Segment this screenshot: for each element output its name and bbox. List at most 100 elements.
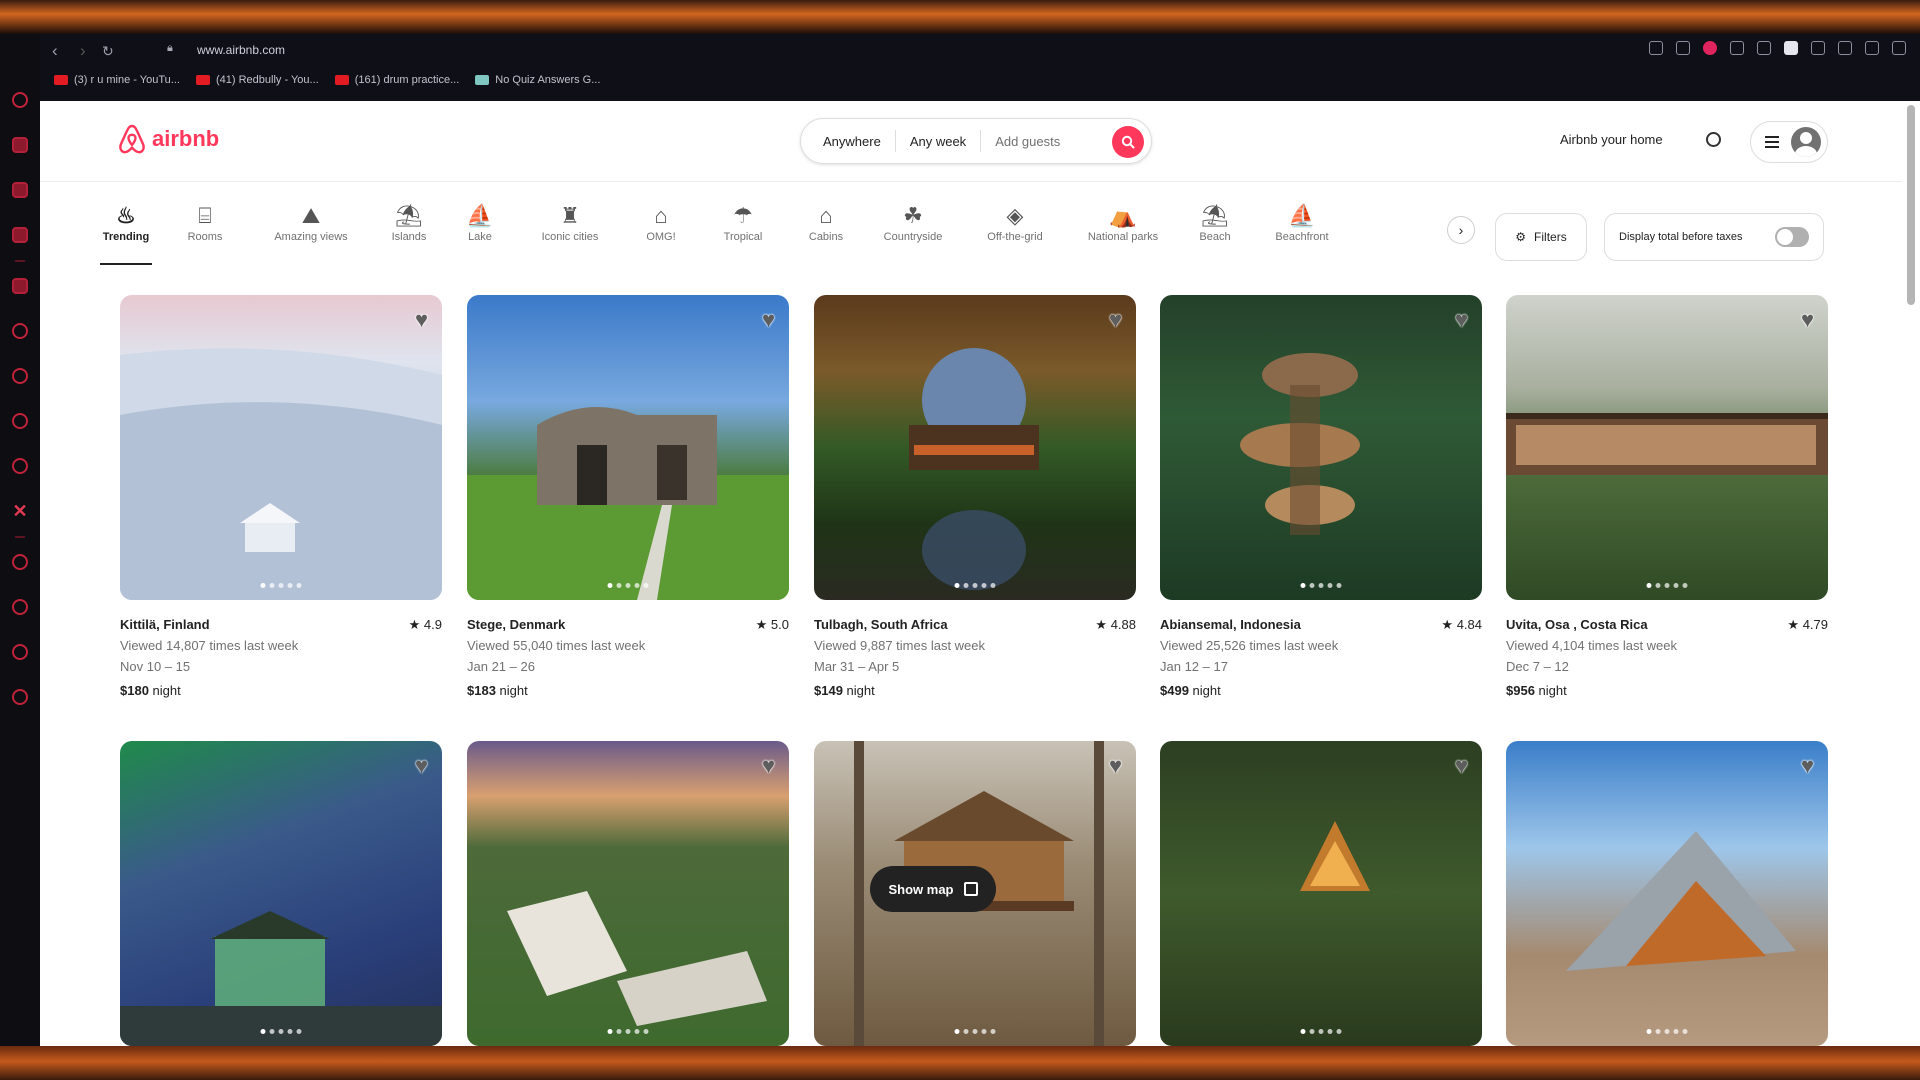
search-anywhere[interactable]: Anywhere — [823, 134, 895, 149]
category-lake[interactable]: ⛵ Lake — [460, 201, 500, 259]
x-twitter-icon[interactable]: ✕ — [12, 502, 28, 520]
category-countryside[interactable]: ☘ Countryside — [873, 201, 953, 259]
heart-icon[interactable]: ♥ — [1801, 309, 1814, 331]
sidebar-app-icon[interactable] — [12, 554, 28, 570]
play-icon[interactable] — [1730, 41, 1744, 55]
category-beach[interactable]: ⛱ Beach — [1190, 201, 1240, 259]
photo-dots[interactable] — [260, 1029, 302, 1034]
search-any-week[interactable]: Any week — [896, 134, 980, 149]
sidebar-app-icon[interactable] — [12, 92, 28, 108]
bookmark[interactable]: (41) Redbully - You... — [195, 74, 319, 86]
listing-photo[interactable]: ♥ — [1160, 295, 1482, 600]
show-map-button[interactable]: Show map — [870, 866, 996, 912]
category-trending[interactable]: ♨ Trending — [100, 201, 152, 265]
whatsapp-icon[interactable] — [12, 413, 28, 429]
listing-card[interactable]: ♥ — [1506, 741, 1828, 1046]
extension-icon[interactable] — [1649, 41, 1663, 55]
display-total-toggle[interactable]: Display total before taxes — [1604, 213, 1824, 261]
listing-photo[interactable]: ♥ — [814, 295, 1136, 600]
profile-icon[interactable] — [1892, 41, 1906, 55]
photo-dots[interactable] — [607, 1029, 649, 1034]
sidebar-app-icon[interactable] — [12, 323, 28, 339]
easy-setup-icon[interactable] — [1784, 41, 1798, 55]
listing-card[interactable]: ♥ Uvita, Osa , Costa Rica ★ 4.79 Viewed 4… — [1506, 295, 1828, 701]
listing-photo[interactable]: ♥ — [467, 741, 789, 1046]
heart-icon[interactable]: ♥ — [1801, 755, 1814, 777]
sidebar-app-icon[interactable] — [12, 137, 28, 153]
settings-icon[interactable] — [12, 689, 28, 705]
heart-icon[interactable]: ♥ — [1109, 309, 1122, 331]
menu-icon[interactable] — [1865, 41, 1879, 55]
heart-icon[interactable]: ♥ — [1455, 755, 1468, 777]
category-amazing-views[interactable]: ⛰ Amazing views — [266, 201, 356, 259]
category-islands[interactable]: ⛱ Islands — [384, 201, 434, 259]
camera-icon[interactable] — [1676, 41, 1690, 55]
heart-icon[interactable]: ♥ — [762, 309, 775, 331]
category-national-parks[interactable]: ⛺ National parks — [1077, 201, 1169, 259]
download-icon[interactable] — [1838, 41, 1852, 55]
toggle-switch[interactable] — [1775, 227, 1809, 247]
globe-icon[interactable] — [1706, 132, 1721, 147]
listing-photo[interactable]: ♥ — [1506, 741, 1828, 1046]
forward-icon[interactable]: › — [80, 41, 86, 61]
heart-icon[interactable]: ♥ — [415, 309, 428, 331]
filters-button[interactable]: ⚙ Filters — [1495, 213, 1587, 261]
category-omg[interactable]: ⌂ OMG! — [640, 201, 682, 259]
airbnb-your-home-link[interactable]: Airbnb your home — [1560, 132, 1663, 147]
heart-icon[interactable]: ♥ — [415, 755, 428, 777]
history-icon[interactable] — [12, 599, 28, 615]
listing-card[interactable]: ♥ — [120, 741, 442, 1046]
search-bar[interactable]: Anywhere Any week Add guests — [800, 118, 1152, 164]
heart-icon[interactable]: ♥ — [1455, 309, 1468, 331]
category-beachfront[interactable]: ⛵ Beachfront — [1262, 201, 1342, 259]
back-icon[interactable]: ‹ — [52, 41, 58, 61]
photo-dots[interactable] — [1300, 1029, 1342, 1034]
category-cabins[interactable]: ⌂ Cabins — [801, 201, 851, 259]
category-iconic-cities[interactable]: ♜ Iconic cities — [530, 201, 610, 259]
sidebar-app-icon[interactable] — [12, 182, 28, 198]
listing-photo[interactable]: ♥ — [467, 295, 789, 600]
photo-dots[interactable] — [260, 583, 302, 588]
search-button[interactable] — [1112, 126, 1144, 158]
listing-card[interactable]: ♥ — [467, 741, 789, 1046]
messenger-icon[interactable] — [12, 368, 28, 384]
heart-icon[interactable]: ♥ — [1109, 755, 1122, 777]
cube-icon[interactable] — [1811, 41, 1825, 55]
record-icon[interactable] — [1703, 41, 1717, 55]
photo-dots[interactable] — [1646, 1029, 1688, 1034]
sidebar-app-icon[interactable] — [12, 227, 28, 243]
category-next-button[interactable]: › — [1447, 216, 1475, 244]
listing-photo[interactable]: ♥ — [120, 295, 442, 600]
airbnb-logo[interactable]: airbnb — [118, 123, 219, 155]
listing-card[interactable]: ♥ Stege, Denmark ★ 5.0 Viewed 55,040 time… — [467, 295, 789, 701]
category-tropical[interactable]: ☂ Tropical — [713, 201, 773, 259]
address-bar[interactable]: www.airbnb.com — [197, 43, 285, 57]
listing-card[interactable]: ♥ Kittilä, Finland ★ 4.9 Viewed 14,807 ti… — [120, 295, 442, 701]
scrollbar-thumb[interactable] — [1907, 105, 1915, 305]
instagram-icon[interactable] — [12, 458, 28, 474]
listing-card[interactable]: ♥ Tulbagh, South Africa ★ 4.88 Viewed 9,8… — [814, 295, 1136, 701]
search-add-guests[interactable]: Add guests — [981, 134, 1074, 149]
photo-dots[interactable] — [954, 583, 996, 588]
bookmark[interactable]: (161) drum practice... — [334, 74, 459, 86]
listing-photo[interactable]: ♥ — [1506, 295, 1828, 600]
listing-card[interactable]: ♥ — [1160, 741, 1482, 1046]
heart-icon[interactable] — [1757, 41, 1771, 55]
bookmark[interactable]: No Quiz Answers G... — [475, 74, 600, 86]
category-off-the-grid[interactable]: ◈ Off-the-grid — [975, 201, 1055, 259]
page-scrollbar[interactable] — [1902, 101, 1920, 1046]
category-rooms[interactable]: ⌸ Rooms — [182, 201, 228, 259]
sidebar-app-icon[interactable] — [12, 278, 28, 294]
listing-photo[interactable]: ♥ — [120, 741, 442, 1046]
listing-card[interactable]: ♥ Abiansemal, Indonesia ★ 4.84 Viewed 25,… — [1160, 295, 1482, 701]
listing-photo[interactable]: ♥ — [1160, 741, 1482, 1046]
photo-dots[interactable] — [1300, 583, 1342, 588]
photo-dots[interactable] — [954, 1029, 996, 1034]
photo-dots[interactable] — [1646, 583, 1688, 588]
cube-icon[interactable] — [12, 644, 28, 660]
bookmark[interactable]: (3) r u mine - YouTu... — [54, 74, 180, 86]
heart-icon[interactable]: ♥ — [762, 755, 775, 777]
reload-icon[interactable]: ↻ — [102, 43, 114, 60]
user-menu-button[interactable] — [1750, 121, 1828, 163]
photo-dots[interactable] — [607, 583, 649, 588]
